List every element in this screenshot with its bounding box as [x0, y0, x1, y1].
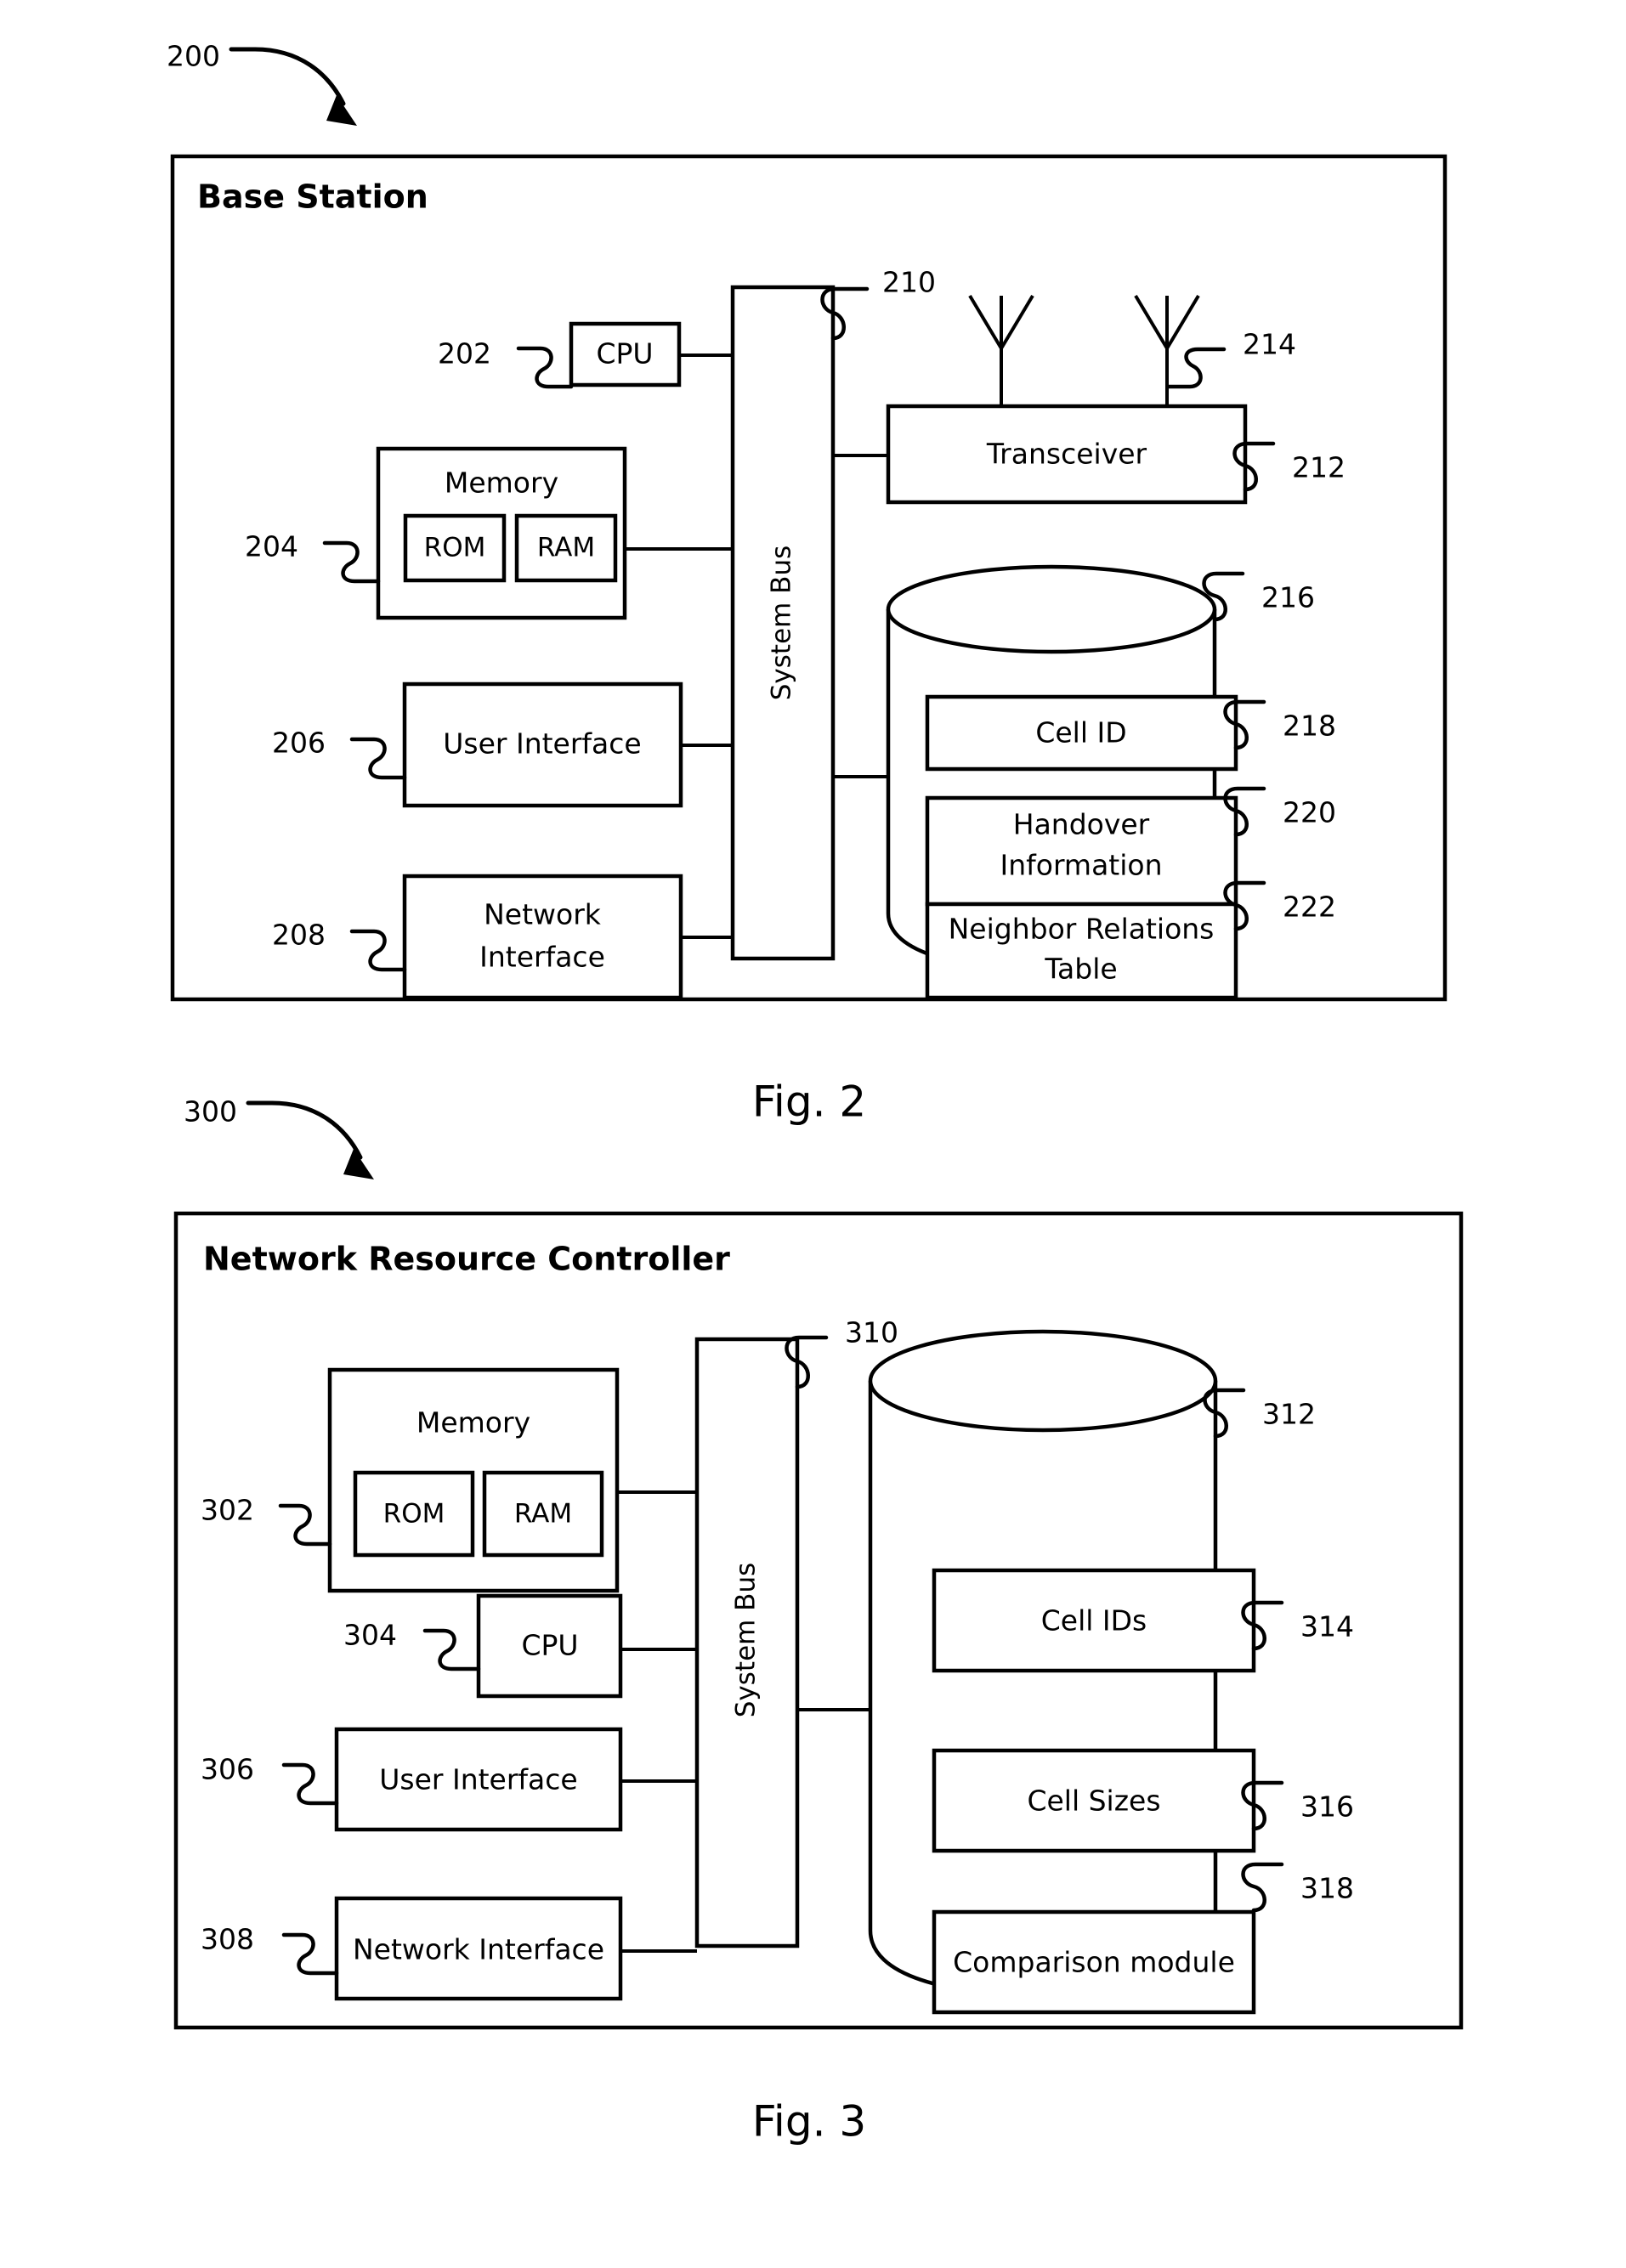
fig3-memory-label: Memory — [416, 1406, 530, 1439]
fig2-handover-label-line1: Handover — [1013, 808, 1150, 841]
fig2-ram-label: RAM — [537, 533, 595, 563]
figure-3: 300 Network Resource Controller System B… — [173, 1095, 1464, 2146]
fig3-network-interface-label: Network Interface — [353, 1933, 604, 1966]
fig2-ni-ref-number: 208 — [272, 919, 326, 952]
fig2-network-interface-label-line2: Interface — [479, 941, 605, 974]
fig3-ni-ref-number: 308 — [201, 1923, 254, 1956]
fig2-system-bus-label: System Bus — [767, 546, 797, 701]
fig2-cell-id-label: Cell ID — [1035, 716, 1126, 749]
fig3-memory-ref-number: 302 — [201, 1494, 254, 1527]
fig3-ram-label: RAM — [514, 1499, 572, 1530]
fig3-panel-title: Network Resource Controller — [203, 1241, 730, 1278]
fig3-ref-number: 300 — [184, 1095, 237, 1128]
fig2-memory-ref-number: 204 — [245, 530, 298, 563]
fig2-handover-label-line2: Information — [1000, 849, 1162, 882]
fig2-network-interface-box — [402, 874, 683, 1000]
fig2-ui-ref-number: 206 — [272, 727, 326, 760]
fig3-system-bus-label: System Bus — [731, 1563, 762, 1718]
fig3-bus-ref-number: 310 — [845, 1316, 898, 1349]
fig3-comparison-module-ref-number: 318 — [1300, 1872, 1354, 1905]
fig3-caption: Fig. 3 — [752, 2097, 866, 2146]
fig2-transceiver-label: Transceiver — [986, 438, 1147, 471]
fig2-memory-label: Memory — [445, 467, 558, 500]
fig2-caption: Fig. 2 — [752, 1077, 866, 1127]
fig3-cell-sizes-label: Cell Sizes — [1027, 1784, 1160, 1818]
fig3-cell-ids-label: Cell IDs — [1041, 1604, 1147, 1637]
fig2-cpu-label: CPU — [596, 337, 653, 370]
fig3-cylinder-top-ellipse — [868, 1329, 1218, 1433]
fig2-ref-number: 200 — [167, 40, 220, 73]
fig2-panel-title: Base Station — [197, 178, 428, 216]
fig2-rom-label: ROM — [424, 533, 486, 563]
fig2-cell-id-ref-number: 218 — [1283, 710, 1336, 743]
fig2-cpu-ref-number: 202 — [438, 337, 491, 370]
fig2-db-ref-number: 216 — [1261, 581, 1315, 614]
fig2-neighbor-table-label-line2: Table — [1044, 953, 1117, 986]
fig2-antenna-ref-number: 214 — [1243, 328, 1296, 361]
figure-2: 200 Base Station System Bus 210 CPU 202 … — [167, 40, 1448, 1127]
fig2-handover-ref-number: 220 — [1283, 796, 1336, 829]
fig2-transceiver-ref-number: 212 — [1292, 451, 1346, 484]
fig3-rom-label: ROM — [383, 1499, 445, 1530]
fig2-neighbor-table-label-line1: Neighbor Relations — [949, 913, 1215, 946]
fig2-bus-ref-number: 210 — [882, 266, 936, 299]
fig2-cylinder-top-ellipse — [886, 564, 1217, 654]
fig3-cell-ids-ref-number: 314 — [1300, 1610, 1354, 1643]
fig3-cpu-ref-number: 304 — [343, 1619, 397, 1652]
fig2-user-interface-label: User Interface — [443, 727, 641, 761]
fig3-cpu-label: CPU — [521, 1629, 578, 1662]
fig3-db-ref-number: 312 — [1262, 1398, 1316, 1431]
fig3-ui-ref-number: 306 — [201, 1753, 254, 1786]
patent-drawing-sheet: 200 Base Station System Bus 210 CPU 202 … — [0, 0, 1626, 2265]
fig3-user-interface-label: User Interface — [379, 1763, 577, 1796]
fig3-comparison-module-label: Comparison module — [953, 1946, 1235, 1979]
fig2-network-interface-label-line1: Network — [484, 898, 602, 931]
fig3-cell-sizes-ref-number: 316 — [1300, 1790, 1354, 1824]
fig2-neighbor-table-ref-number: 222 — [1283, 891, 1336, 924]
